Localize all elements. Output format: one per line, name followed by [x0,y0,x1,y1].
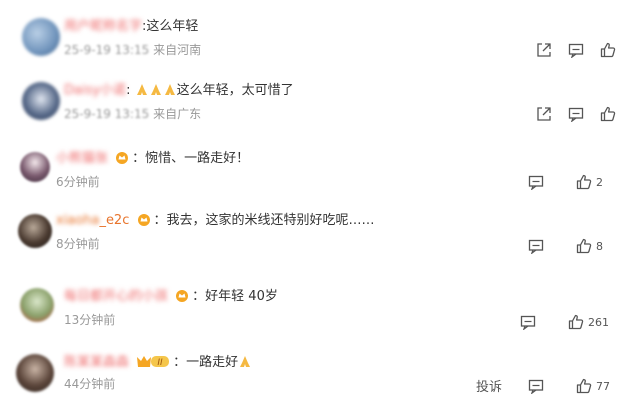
comment-text: 这么年轻，太可惜了 [176,83,294,98]
like-count: 77 [596,380,610,393]
username[interactable]: 陈某某森森 [64,355,129,370]
comment-text: 惋惜、一路走好！ [145,151,250,166]
avatar[interactable] [18,214,52,248]
comment-time: 44分钟前 [64,377,116,391]
username[interactable]: Daisy小诺 [64,83,126,98]
pray-emoji-icon [240,356,251,367]
crown-badge-icon [176,290,189,302]
pray-emoji-icon [136,84,147,95]
comment-icon[interactable] [568,42,584,58]
crown-badge-icon: II [137,356,170,368]
like-count: 8 [596,240,603,253]
comment-time: 8分钟前 [56,237,100,251]
comment-item: 用户昵称名字:这么年轻 25-9-19 13:15 来自河南 [0,0,640,72]
comment-icon[interactable] [528,174,544,190]
username[interactable]: xiaohaxiaoha_e2c_e2c [56,213,129,228]
comment-text: 这么年轻 [146,19,199,34]
comment-time: 6分钟前 [56,175,100,189]
like-icon[interactable] [600,106,616,122]
comment-icon[interactable] [528,378,544,394]
avatar[interactable] [16,354,54,392]
avatar[interactable] [20,288,54,322]
share-icon[interactable] [536,106,552,122]
pray-emoji-icon [150,84,161,95]
report-button[interactable]: 投诉 [476,376,502,395]
comment-date: 25-9-19 13:15 [64,107,150,121]
comment-item: 每日都开心的小孩 ：好年轻 40岁 13分钟前 261 [0,272,640,346]
comment-text: 一路走好 [186,355,239,370]
comment-item: 小熊猫张 ：惋惜、一路走好！ 6分钟前 2 [0,136,640,202]
avatar[interactable] [20,152,50,182]
comment-date: 25-9-19 13:15 [64,43,150,57]
avatar[interactable] [22,82,60,120]
crown-badge-icon [116,152,129,164]
pray-emoji-icon [164,84,175,95]
comment-location: 来自河南 [153,43,202,57]
avatar[interactable] [22,18,60,56]
comment-icon[interactable] [520,314,536,330]
like-icon[interactable] [600,42,616,58]
comment-item: xiaohaxiaoha_e2c_e2c ：我去，这家的米线还特别好吃呢…… 8… [0,202,640,272]
username[interactable]: 小熊猫张 [56,151,108,166]
comment-item: Daisy小诺: 这么年轻，太可惜了 25-9-19 13:15 来自广东 [0,72,640,136]
comment-icon[interactable] [528,238,544,254]
like-count: 261 [588,316,609,329]
like-count: 2 [596,176,603,189]
crown-badge-icon [137,214,150,226]
comment-location: 来自广东 [153,107,202,121]
like-icon[interactable] [568,314,584,330]
like-icon[interactable] [576,238,592,254]
like-icon[interactable] [576,378,592,394]
comment-icon[interactable] [568,106,584,122]
svg-text:II: II [158,358,164,368]
username[interactable]: 每日都开心的小孩 [64,289,168,304]
comment-text: 我去，这家的米线还特别好吃呢…… [166,213,375,228]
comment-text: 好年轻 40岁 [205,289,278,304]
like-icon[interactable] [576,174,592,190]
comment-item: 陈某某森森 II ：一路走好 44分钟前 投诉 77 [0,346,640,416]
username[interactable]: 用户昵称名字 [64,19,142,34]
share-icon[interactable] [536,42,552,58]
comment-time: 13分钟前 [64,313,116,327]
